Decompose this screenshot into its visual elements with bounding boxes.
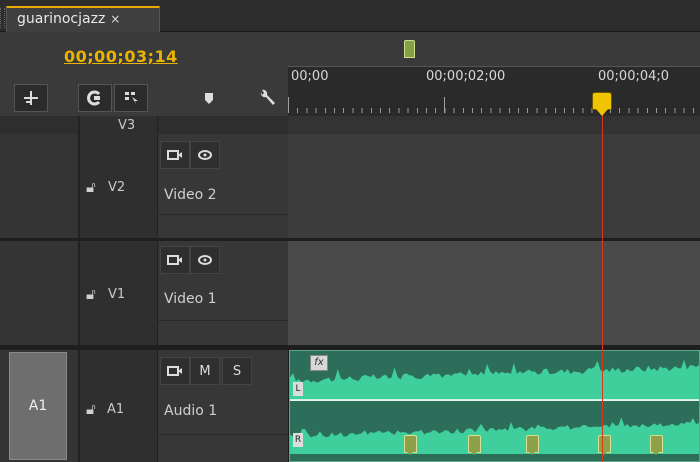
ruler-label: 00;00 bbox=[291, 69, 329, 84]
marker-flag-button[interactable] bbox=[192, 84, 226, 112]
snap-button[interactable] bbox=[14, 84, 48, 112]
clip-marker[interactable] bbox=[650, 435, 663, 455]
track-v3-label: V3 bbox=[118, 118, 136, 133]
clip-marker[interactable] bbox=[598, 435, 611, 455]
tab-title: guarinocjazz bbox=[17, 11, 106, 27]
panel-grip[interactable] bbox=[0, 8, 5, 28]
track-v1-area bbox=[288, 241, 700, 345]
fx-badge[interactable]: fx bbox=[310, 355, 328, 371]
track-v2-label: V2 bbox=[108, 180, 126, 195]
add-marker-button[interactable] bbox=[114, 84, 148, 112]
waveform-right bbox=[290, 417, 699, 454]
toggle-sync-lock-icon[interactable] bbox=[160, 141, 190, 169]
playhead-line bbox=[602, 108, 603, 462]
timeline-panel: guarinocjazz × 00;00;03;14 00;00 00;00;02… bbox=[0, 0, 700, 462]
channel-label-right: R bbox=[293, 433, 303, 447]
ruler-major-tick bbox=[288, 97, 289, 113]
linked-selection-button[interactable] bbox=[78, 84, 112, 112]
playhead-timecode[interactable]: 00;00;03;14 bbox=[64, 47, 178, 66]
settings-button[interactable] bbox=[250, 84, 284, 112]
close-icon[interactable]: × bbox=[110, 12, 120, 26]
link-icon bbox=[87, 90, 101, 106]
ruler-major-tick bbox=[444, 97, 445, 113]
clip-marker[interactable] bbox=[526, 435, 539, 455]
lock-icon[interactable]: 🔓︎ bbox=[86, 285, 96, 303]
time-ruler[interactable]: 00;00 00;00;02;00 00;00;04;0 bbox=[288, 66, 700, 116]
track-v1-source bbox=[0, 241, 78, 345]
solo-button[interactable]: S bbox=[222, 357, 252, 385]
divider bbox=[158, 214, 288, 215]
ruler-label: 00;00;04;0 bbox=[598, 69, 670, 84]
track-v2-name[interactable]: Video 2 bbox=[164, 187, 217, 203]
track-v2-area bbox=[288, 134, 700, 238]
lock-icon[interactable]: 🔓︎ bbox=[86, 178, 96, 196]
divider bbox=[158, 320, 288, 321]
mute-button[interactable]: M bbox=[190, 357, 220, 385]
toggle-sync-lock-icon[interactable] bbox=[160, 246, 190, 274]
wrench-icon bbox=[260, 89, 275, 105]
work-area-marker[interactable] bbox=[404, 40, 415, 58]
lock-icon[interactable]: 🔓︎ bbox=[86, 400, 96, 418]
playhead-handle[interactable] bbox=[592, 92, 612, 116]
ruler-ticks bbox=[288, 101, 700, 113]
audio-clip[interactable]: fx L R bbox=[289, 350, 700, 462]
toggle-sync-lock-icon[interactable] bbox=[160, 357, 190, 385]
source-patch-a1[interactable]: A1 bbox=[9, 352, 67, 460]
track-v1-label: V1 bbox=[108, 287, 126, 302]
eye-icon[interactable] bbox=[190, 246, 220, 274]
channel-label-left: L bbox=[293, 382, 303, 396]
track-v3-area bbox=[288, 116, 700, 134]
marker-icon bbox=[125, 92, 138, 104]
tab-sequence[interactable]: guarinocjazz × bbox=[6, 6, 160, 32]
divider bbox=[158, 434, 288, 435]
track-a1-label: A1 bbox=[107, 402, 125, 417]
waveform-left bbox=[290, 359, 699, 401]
track-a1-name[interactable]: Audio 1 bbox=[164, 403, 217, 419]
track-v1-name[interactable]: Video 1 bbox=[164, 291, 217, 307]
ruler-label: 00;00;02;00 bbox=[426, 69, 506, 84]
snap-icon bbox=[24, 91, 38, 105]
track-v2-source bbox=[0, 134, 78, 238]
clip-marker[interactable] bbox=[404, 435, 417, 455]
clip-marker[interactable] bbox=[468, 435, 481, 455]
eye-icon[interactable] bbox=[190, 141, 220, 169]
marker-flag-icon bbox=[205, 93, 213, 104]
